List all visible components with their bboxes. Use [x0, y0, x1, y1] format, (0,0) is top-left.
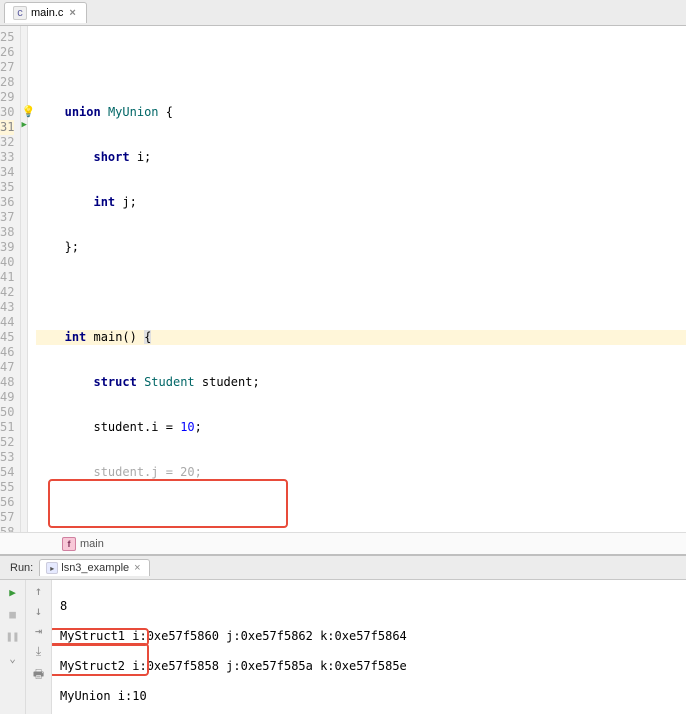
scroll-to-end-button[interactable]: ⤓ [36, 644, 41, 659]
file-tab-main-c[interactable]: c main.c × [4, 2, 87, 23]
console-output[interactable]: 8 MyStruct1 i:0xe57f5860 j:0xe57f5862 k:… [52, 580, 686, 714]
code-line-current: int main() { [36, 330, 686, 345]
code-line: student.j = 20; [36, 465, 686, 480]
scroll-up-button[interactable]: ↑ [35, 584, 42, 598]
run-toolbar-left: ▶ ■ ❚❚ ⌄ [0, 580, 26, 714]
console-line: MyStruct2 i:0xe57f5858 j:0xe57f585a k:0x… [60, 659, 678, 674]
console-line: 8 [60, 599, 678, 614]
stop-button[interactable]: ■ [5, 606, 21, 622]
code-line: }; [36, 240, 686, 255]
code-line: int j; [36, 195, 686, 210]
breadcrumb-function[interactable]: main [80, 538, 104, 550]
run-config-name: lsn3_example [61, 562, 129, 574]
code-line: student.i = 10; [36, 420, 686, 435]
code-line [36, 285, 686, 300]
tab-filename: main.c [31, 7, 63, 19]
code-line: short i; [36, 150, 686, 165]
breadcrumb-bar: f main [0, 532, 686, 554]
rerun-button[interactable]: ▶ [5, 584, 21, 600]
function-icon: f [62, 537, 76, 551]
c-file-icon: c [13, 6, 27, 20]
print-button[interactable]: 🖶 [33, 665, 44, 686]
run-config-tab[interactable]: ▸ lsn3_example × [39, 559, 149, 576]
close-run-tab-icon[interactable]: × [132, 562, 142, 574]
run-label: Run: [4, 562, 39, 574]
run-panel-header: Run: ▸ lsn3_example × [0, 556, 686, 580]
run-line-marker-icon[interactable]: ▶ [21, 120, 26, 130]
line-number-gutter: 2526272829303132333435363738394041424344… [0, 26, 21, 532]
code-area[interactable]: union MyUnion { short i; int j; }; int m… [28, 26, 686, 532]
run-panel: Run: ▸ lsn3_example × ▶ ■ ❚❚ ⌄ ↑ ↓ ⇥ ⤓ 🖶… [0, 554, 686, 714]
close-tab-icon[interactable]: × [67, 7, 77, 19]
run-config-icon: ▸ [46, 562, 58, 574]
editor-tab-bar: c main.c × [0, 0, 686, 26]
console-line: MyStruct1 i:0xe57f5860 j:0xe57f5862 k:0x… [60, 629, 678, 644]
dump-threads-button[interactable]: ⌄ [5, 650, 21, 666]
code-line [36, 510, 686, 525]
console-line: MyUnion i:10 [60, 689, 678, 704]
code-line [36, 60, 686, 75]
soft-wrap-button[interactable]: ⇥ [35, 624, 42, 638]
scroll-down-button[interactable]: ↓ [35, 604, 42, 618]
run-toolbar-output: ↑ ↓ ⇥ ⤓ 🖶 [26, 580, 52, 714]
code-line: struct Student student; [36, 375, 686, 390]
run-body: ▶ ■ ❚❚ ⌄ ↑ ↓ ⇥ ⤓ 🖶 8 MyStruct1 i:0xe57f5… [0, 580, 686, 714]
code-line: union MyUnion { [36, 105, 686, 120]
editor: 2526272829303132333435363738394041424344… [0, 26, 686, 532]
pause-button[interactable]: ❚❚ [5, 628, 21, 644]
